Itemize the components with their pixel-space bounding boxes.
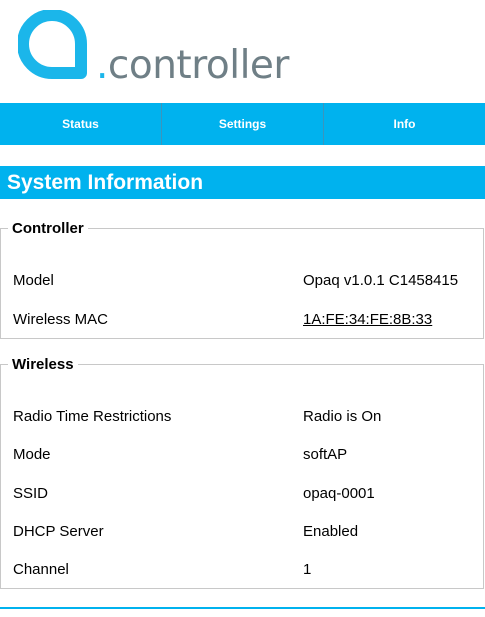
logo-dot: . <box>96 43 108 88</box>
row-label: DHCP Server <box>13 523 104 540</box>
logo-wordmark: .controller <box>96 46 289 85</box>
nav-settings[interactable]: Settings <box>162 103 324 145</box>
info-row-model: Model Opaq v1.0.1 C1458415 <box>13 272 483 292</box>
nav-status[interactable]: Status <box>0 103 162 145</box>
nav-info[interactable]: Info <box>324 103 485 145</box>
row-label: Wireless MAC <box>13 311 109 328</box>
info-row-mode: Mode softAP <box>13 446 483 466</box>
controller-logo: .controller <box>18 10 298 90</box>
row-value: Opaq v1.0.1 C1458415 <box>303 272 459 289</box>
footer-divider <box>0 607 485 609</box>
row-value: softAP <box>303 446 348 463</box>
logo-mark-icon <box>18 10 87 79</box>
wireless-legend: Wireless <box>12 356 74 373</box>
row-value: Radio is On <box>303 408 382 425</box>
page-title: System Information <box>0 166 485 199</box>
controller-section: Controller Model Opaq v1.0.1 C1458415 Wi… <box>0 220 484 339</box>
info-row-ssid: SSID opaq-0001 <box>13 485 483 505</box>
wireless-mac-link[interactable]: 1A:FE:34:FE:8B:33 <box>303 311 432 328</box>
wireless-section: Wireless Radio Time Restrictions Radio i… <box>0 356 484 589</box>
row-value: 1 <box>303 561 312 578</box>
row-value: opaq-0001 <box>303 485 375 502</box>
main-nav: Status Settings Info <box>0 103 485 145</box>
info-row-wireless-mac: Wireless MAC 1A:FE:34:FE:8B:33 <box>13 311 483 331</box>
row-label: Radio Time Restrictions <box>13 408 172 425</box>
row-label: SSID <box>13 485 49 502</box>
info-row-channel: Channel 1 <box>13 561 483 581</box>
row-value: Enabled <box>303 523 359 540</box>
logo-text: controller <box>107 43 290 88</box>
row-label: Channel <box>13 561 69 578</box>
info-row-dhcp: DHCP Server Enabled <box>13 523 483 543</box>
info-row-radio-time: Radio Time Restrictions Radio is On <box>13 408 483 428</box>
controller-legend: Controller <box>12 220 84 237</box>
row-label: Model <box>13 272 54 289</box>
row-label: Mode <box>13 446 51 463</box>
